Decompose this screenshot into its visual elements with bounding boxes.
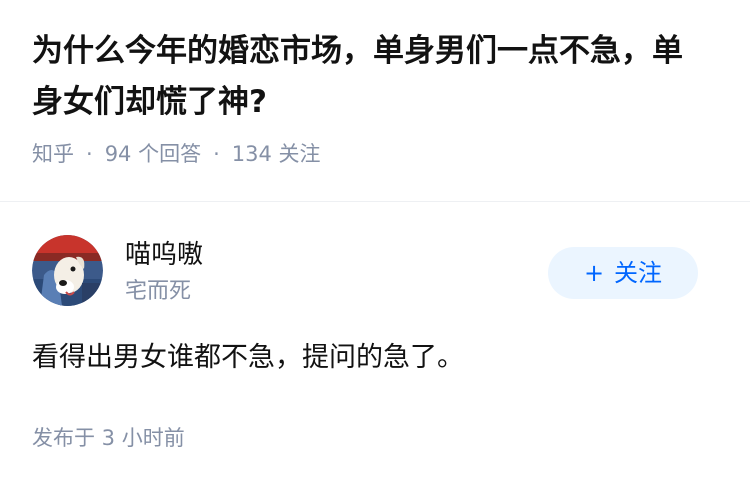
answer-card: 喵呜嗷 宅而死 + 关注 看得出男女谁都不急，提问的急了。 发布于 3 小时前 bbox=[0, 202, 750, 490]
plus-icon: + bbox=[583, 259, 605, 287]
question-title[interactable]: 为什么今年的婚恋市场，单身男们一点不急，单身女们却慌了神? bbox=[32, 26, 712, 128]
question-header: 为什么今年的婚恋市场，单身男们一点不急，单身女们却慌了神? 知乎 · 94 个回答 ·… bbox=[0, 0, 750, 202]
answer-content[interactable]: 看得出男女谁都不急，提问的急了。 bbox=[32, 338, 718, 378]
avatar-image-icon bbox=[32, 235, 103, 306]
avatar[interactable] bbox=[32, 235, 103, 306]
author-bio: 宅而死 bbox=[125, 279, 192, 304]
follow-button[interactable]: + 关注 bbox=[548, 247, 698, 299]
meta-separator: · bbox=[213, 142, 220, 166]
author-info: 喵呜嗷 宅而死 + 关注 bbox=[32, 235, 718, 307]
answers-count[interactable]: 94 个回答 bbox=[105, 142, 201, 166]
followers-count: 134 关注 bbox=[231, 142, 321, 166]
question-meta: 知乎 · 94 个回答 · 134 关注 bbox=[32, 139, 718, 169]
author-name[interactable]: 喵呜嗷 bbox=[125, 238, 203, 272]
follow-button-label: 关注 bbox=[614, 259, 663, 287]
zhihu-answer-page: 为什么今年的婚恋市场，单身男们一点不急，单身女们却慌了神? 知乎 · 94 个回答 ·… bbox=[0, 0, 750, 490]
source-label[interactable]: 知乎 bbox=[32, 142, 74, 166]
meta-separator: · bbox=[86, 142, 93, 166]
publish-time: 发布于 3 小时前 bbox=[32, 426, 185, 450]
